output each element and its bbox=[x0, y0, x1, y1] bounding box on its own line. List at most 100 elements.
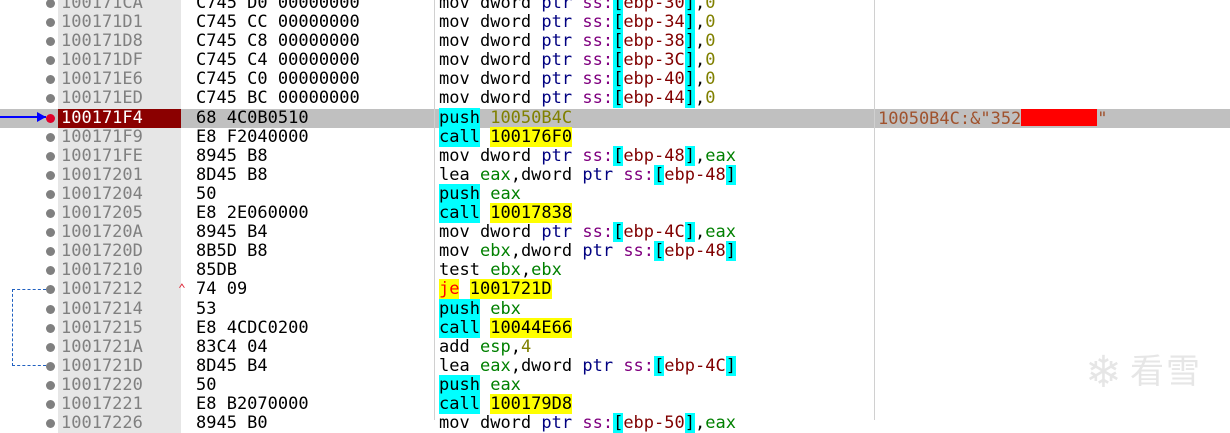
instruction-row[interactable]: 10017214 53 push ebx bbox=[0, 298, 1230, 319]
instruction-row[interactable]: 1001721D 8D45 B4 lea eax,dword ptr ss:[ebp… bbox=[0, 355, 1230, 376]
breakpoint-dot-icon[interactable] bbox=[46, 18, 55, 28]
breakpoint-dot-icon[interactable] bbox=[46, 380, 55, 390]
breakpoint-gutter[interactable] bbox=[0, 166, 58, 185]
breakpoint-gutter[interactable] bbox=[0, 89, 58, 108]
breakpoint-dot-icon[interactable] bbox=[46, 228, 55, 238]
instruction-row[interactable]: 1001720A 8945 B4 mov dword ptr ss:[ebp-4C]… bbox=[0, 222, 1230, 243]
breakpoint-icon[interactable] bbox=[46, 113, 55, 123]
breakpoint-gutter[interactable] bbox=[0, 13, 58, 32]
breakpoint-dot-icon[interactable] bbox=[46, 0, 55, 8]
instruction-row[interactable]: 100171D8 C745 C8 00000000 mov dword ptr ss… bbox=[0, 31, 1230, 52]
mnemonic: mov bbox=[439, 88, 470, 109]
operand-token: ss: bbox=[623, 241, 655, 262]
operand-token: ebp-48 bbox=[664, 164, 726, 185]
mnemonic: call bbox=[439, 317, 480, 338]
disassembly-view[interactable]: 100171CA C745 D0 00000000 mov dword ptr ss… bbox=[0, 0, 1230, 433]
operand-token: ebp-3C bbox=[623, 50, 685, 71]
breakpoint-dot-icon[interactable] bbox=[46, 189, 55, 199]
instruction-row[interactable]: 1001720D 8B5D B8 mov ebx,dword ptr ss:[ebp… bbox=[0, 241, 1230, 262]
breakpoint-dot-icon[interactable] bbox=[46, 247, 55, 257]
breakpoint-gutter[interactable] bbox=[0, 338, 58, 357]
operand-token: 0 bbox=[705, 12, 716, 33]
breakpoint-gutter[interactable] bbox=[0, 300, 58, 319]
breakpoint-gutter[interactable] bbox=[0, 185, 58, 204]
breakpoint-dot-icon[interactable] bbox=[46, 323, 55, 333]
disassembly-text: push 10050B4C bbox=[439, 107, 572, 128]
operand-token: , bbox=[694, 88, 706, 109]
breakpoint-dot-icon[interactable] bbox=[46, 399, 55, 409]
breakpoint-dot-icon[interactable] bbox=[46, 94, 55, 104]
instruction-row[interactable]: 100171FE 8945 B8 mov dword ptr ss:[ebp-48]… bbox=[0, 145, 1230, 166]
mnemonic: lea bbox=[439, 164, 470, 185]
breakpoint-gutter[interactable] bbox=[0, 109, 58, 128]
breakpoint-gutter[interactable] bbox=[0, 395, 58, 414]
breakpoint-gutter[interactable] bbox=[0, 51, 58, 70]
breakpoint-dot-icon[interactable] bbox=[46, 285, 55, 295]
instruction-row[interactable]: 100171DF C745 C4 00000000 mov dword ptr ss… bbox=[0, 50, 1230, 71]
breakpoint-dot-icon[interactable] bbox=[46, 419, 55, 429]
mnemonic: push bbox=[439, 298, 480, 319]
instruction-row[interactable]: 100171D1 C745 CC 00000000 mov dword ptr ss… bbox=[0, 12, 1230, 33]
breakpoint-gutter[interactable] bbox=[0, 32, 58, 51]
breakpoint-gutter[interactable] bbox=[0, 357, 58, 376]
operand-token: ebp-48 bbox=[623, 145, 685, 166]
operand-token: ebp-40 bbox=[623, 69, 685, 90]
breakpoint-dot-icon[interactable] bbox=[46, 151, 55, 161]
breakpoint-dot-icon[interactable] bbox=[46, 132, 55, 142]
operand-token: eax bbox=[490, 183, 521, 204]
instruction-row[interactable]: 100171F9 E8 F2040000 call 100176F0 bbox=[0, 126, 1230, 147]
mnemonic: mov bbox=[439, 0, 470, 13]
disassembly-text: mov dword ptr ss:[ebp-40],0 bbox=[439, 69, 715, 90]
breakpoint-gutter[interactable] bbox=[0, 242, 58, 261]
instruction-row[interactable]: 10017201 8D45 B8 lea eax,dword ptr ss:[ebp… bbox=[0, 164, 1230, 185]
instruction-row[interactable]: 100171E6 C745 C0 00000000 mov dword ptr ss… bbox=[0, 69, 1230, 90]
disassembly-text: call 10044E66 bbox=[439, 317, 573, 338]
breakpoint-dot-icon[interactable] bbox=[46, 56, 55, 66]
jump-line-bottom bbox=[12, 365, 46, 366]
instruction-row[interactable]: 10017205 E8 2E060000 call 10017838 bbox=[0, 203, 1230, 224]
breakpoint-dot-icon[interactable] bbox=[46, 37, 55, 47]
column-separator-comments[interactable] bbox=[874, 0, 875, 420]
operand-token: , bbox=[694, 69, 706, 90]
instruction-row[interactable]: 10017215 E8 4CDC0200 call 10044E66 bbox=[0, 317, 1230, 338]
instruction-bytes: 50 bbox=[196, 374, 217, 395]
breakpoint-gutter[interactable] bbox=[0, 261, 58, 280]
instruction-bytes: E8 B2070000 bbox=[196, 393, 309, 414]
instruction-row[interactable]: 10017221 E8 B2070000 call 100179D8 bbox=[0, 393, 1230, 415]
breakpoint-gutter[interactable] bbox=[0, 128, 58, 147]
instruction-row[interactable]: 10017226 8945 B0 mov dword ptr ss:[ebp-50]… bbox=[0, 413, 1230, 433]
breakpoint-gutter[interactable] bbox=[0, 70, 58, 89]
instruction-row[interactable]: 1001721A 83C4 04 add esp,4 bbox=[0, 337, 1230, 357]
instruction-row[interactable]: 10017210 85DB test ebx,ebx bbox=[0, 261, 1230, 281]
breakpoint-dot-icon[interactable] bbox=[46, 304, 55, 314]
breakpoint-dot-icon[interactable] bbox=[46, 342, 55, 352]
breakpoint-dot-icon[interactable] bbox=[46, 75, 55, 85]
column-separator-bytes[interactable] bbox=[434, 0, 435, 420]
instruction-address: 10017212 bbox=[58, 280, 181, 300]
instruction-row[interactable]: 100171F4 68 4C0B0510 push 10050B4C 10050B4C… bbox=[0, 107, 1230, 128]
operand-token: ss: bbox=[582, 222, 614, 243]
breakpoint-gutter[interactable] bbox=[0, 319, 58, 338]
disassembly-text: lea eax,dword ptr ss:[ebp-48] bbox=[439, 164, 736, 185]
instruction-row[interactable]: 10017204 50 push eax bbox=[0, 183, 1230, 205]
instruction-row[interactable]: 100171ED C745 BC 00000000 mov dword ptr ss… bbox=[0, 88, 1230, 109]
operand-token: ] bbox=[725, 241, 736, 262]
breakpoint-dot-icon[interactable] bbox=[46, 170, 55, 180]
breakpoint-gutter[interactable] bbox=[0, 204, 58, 223]
breakpoint-gutter[interactable] bbox=[0, 376, 58, 395]
breakpoint-gutter[interactable] bbox=[0, 414, 58, 433]
breakpoint-dot-icon[interactable] bbox=[46, 209, 55, 219]
breakpoint-gutter[interactable] bbox=[0, 223, 58, 242]
instruction-row[interactable]: 10017220 50 push eax bbox=[0, 374, 1230, 395]
operand-token: ptr bbox=[541, 0, 583, 13]
breakpoint-gutter[interactable] bbox=[0, 0, 58, 13]
breakpoint-dot-icon[interactable] bbox=[46, 266, 55, 276]
instruction-row[interactable]: 10017212 ⌃ 74 09 je 1001721D bbox=[0, 279, 1230, 300]
instruction-address: 1001720A bbox=[58, 223, 181, 243]
jump-line-top bbox=[12, 289, 46, 290]
operand-token: dword bbox=[520, 241, 583, 262]
instruction-bytes: E8 4CDC0200 bbox=[196, 317, 309, 338]
breakpoint-gutter[interactable] bbox=[0, 147, 58, 166]
breakpoint-dot-icon[interactable] bbox=[46, 361, 55, 371]
watermark: ❄ 看雪 bbox=[1085, 344, 1202, 398]
